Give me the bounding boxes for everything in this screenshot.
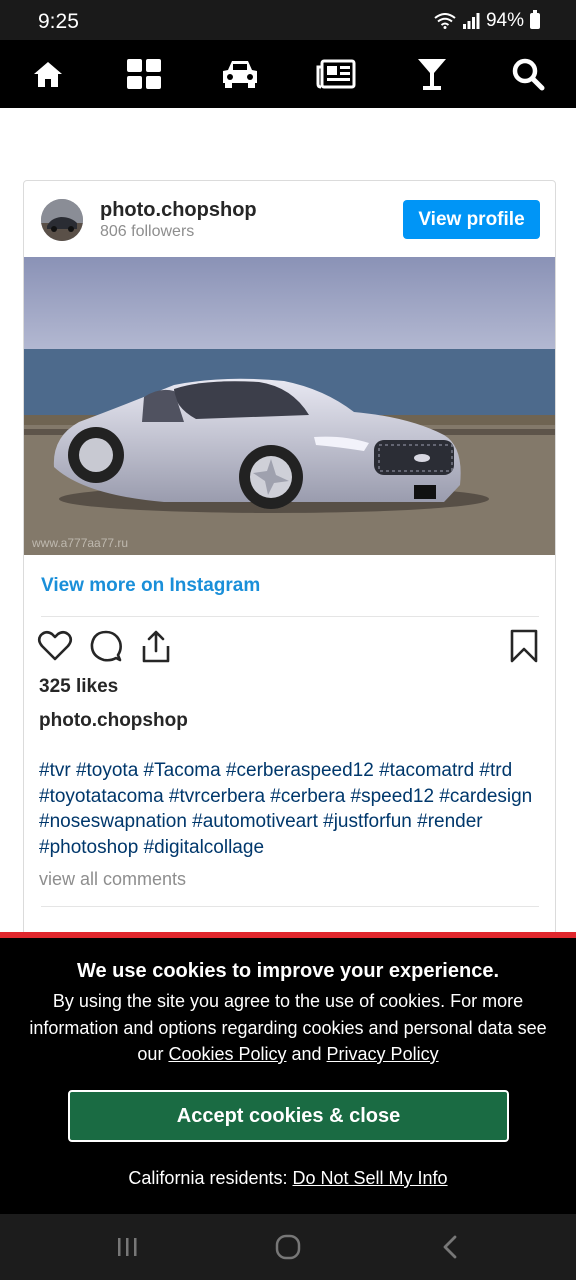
battery-icon [530, 10, 540, 29]
nav-grid[interactable] [114, 44, 174, 104]
caption-username[interactable]: photo.chopshop [39, 710, 188, 732]
avatar-image [41, 199, 83, 241]
post-photo[interactable]: www.a777aa77.ru [24, 257, 555, 555]
wifi-icon [434, 13, 456, 29]
newspaper-icon [316, 59, 356, 89]
view-more-link[interactable]: View more on Instagram [41, 575, 260, 597]
nav-news[interactable] [306, 44, 366, 104]
do-not-sell-link[interactable]: Do Not Sell My Info [293, 1168, 448, 1188]
bookmark-icon[interactable] [506, 628, 542, 664]
cookie-and-text: and [286, 1044, 327, 1064]
status-right: 94% [434, 10, 540, 32]
nav-lifestyle[interactable] [402, 44, 462, 104]
cookies-policy-link[interactable]: Cookies Policy [168, 1044, 286, 1064]
nav-car[interactable] [210, 44, 270, 104]
view-comments-link[interactable]: view all comments [39, 869, 186, 890]
follower-count: 806 followers [100, 223, 195, 240]
cookie-banner: We use cookies to improve your experienc… [0, 938, 576, 1214]
instagram-embed: photo.chopshop 806 followers View profil… [23, 180, 556, 942]
car-icon [223, 61, 257, 88]
like-count: 325 likes [39, 676, 119, 697]
divider [41, 616, 539, 617]
post-hashtags[interactable]: #tvr #toyota #Tacoma #cerberaspeed12 #ta… [39, 758, 544, 860]
avatar[interactable] [41, 199, 83, 241]
back-icon[interactable] [435, 1232, 465, 1262]
top-nav [0, 40, 576, 108]
home-icon [34, 62, 62, 87]
nav-home[interactable] [18, 44, 78, 104]
nav-search[interactable] [498, 44, 558, 104]
view-profile-button[interactable]: View profile [403, 200, 540, 239]
battery-percent: 94% [485, 10, 524, 31]
photo-watermark: www.a777aa77.ru [31, 536, 128, 550]
accept-cookies-button[interactable]: Accept cookies & close [68, 1090, 509, 1142]
california-label: California residents: [128, 1168, 293, 1188]
status-bar: 9:25 94% [0, 0, 576, 40]
post-username[interactable]: photo.chopshop [100, 199, 257, 222]
search-icon [512, 58, 545, 91]
home-circle-icon[interactable] [273, 1232, 303, 1262]
cocktail-icon [418, 59, 446, 90]
system-nav-bar [0, 1214, 576, 1280]
recents-icon[interactable] [112, 1232, 142, 1262]
comment-icon[interactable] [88, 628, 124, 664]
divider [41, 906, 539, 907]
share-icon[interactable] [138, 628, 174, 664]
california-line: California residents: Do Not Sell My Inf… [0, 1168, 576, 1189]
status-time: 9:25 [38, 10, 79, 33]
cookie-text: By using the site you agree to the use o… [20, 988, 556, 1068]
privacy-policy-link[interactable]: Privacy Policy [327, 1044, 439, 1064]
cookie-title: We use cookies to improve your experienc… [76, 960, 499, 982]
grid-icon [127, 59, 161, 89]
heart-icon[interactable] [37, 628, 73, 664]
signal-icon [462, 13, 480, 29]
